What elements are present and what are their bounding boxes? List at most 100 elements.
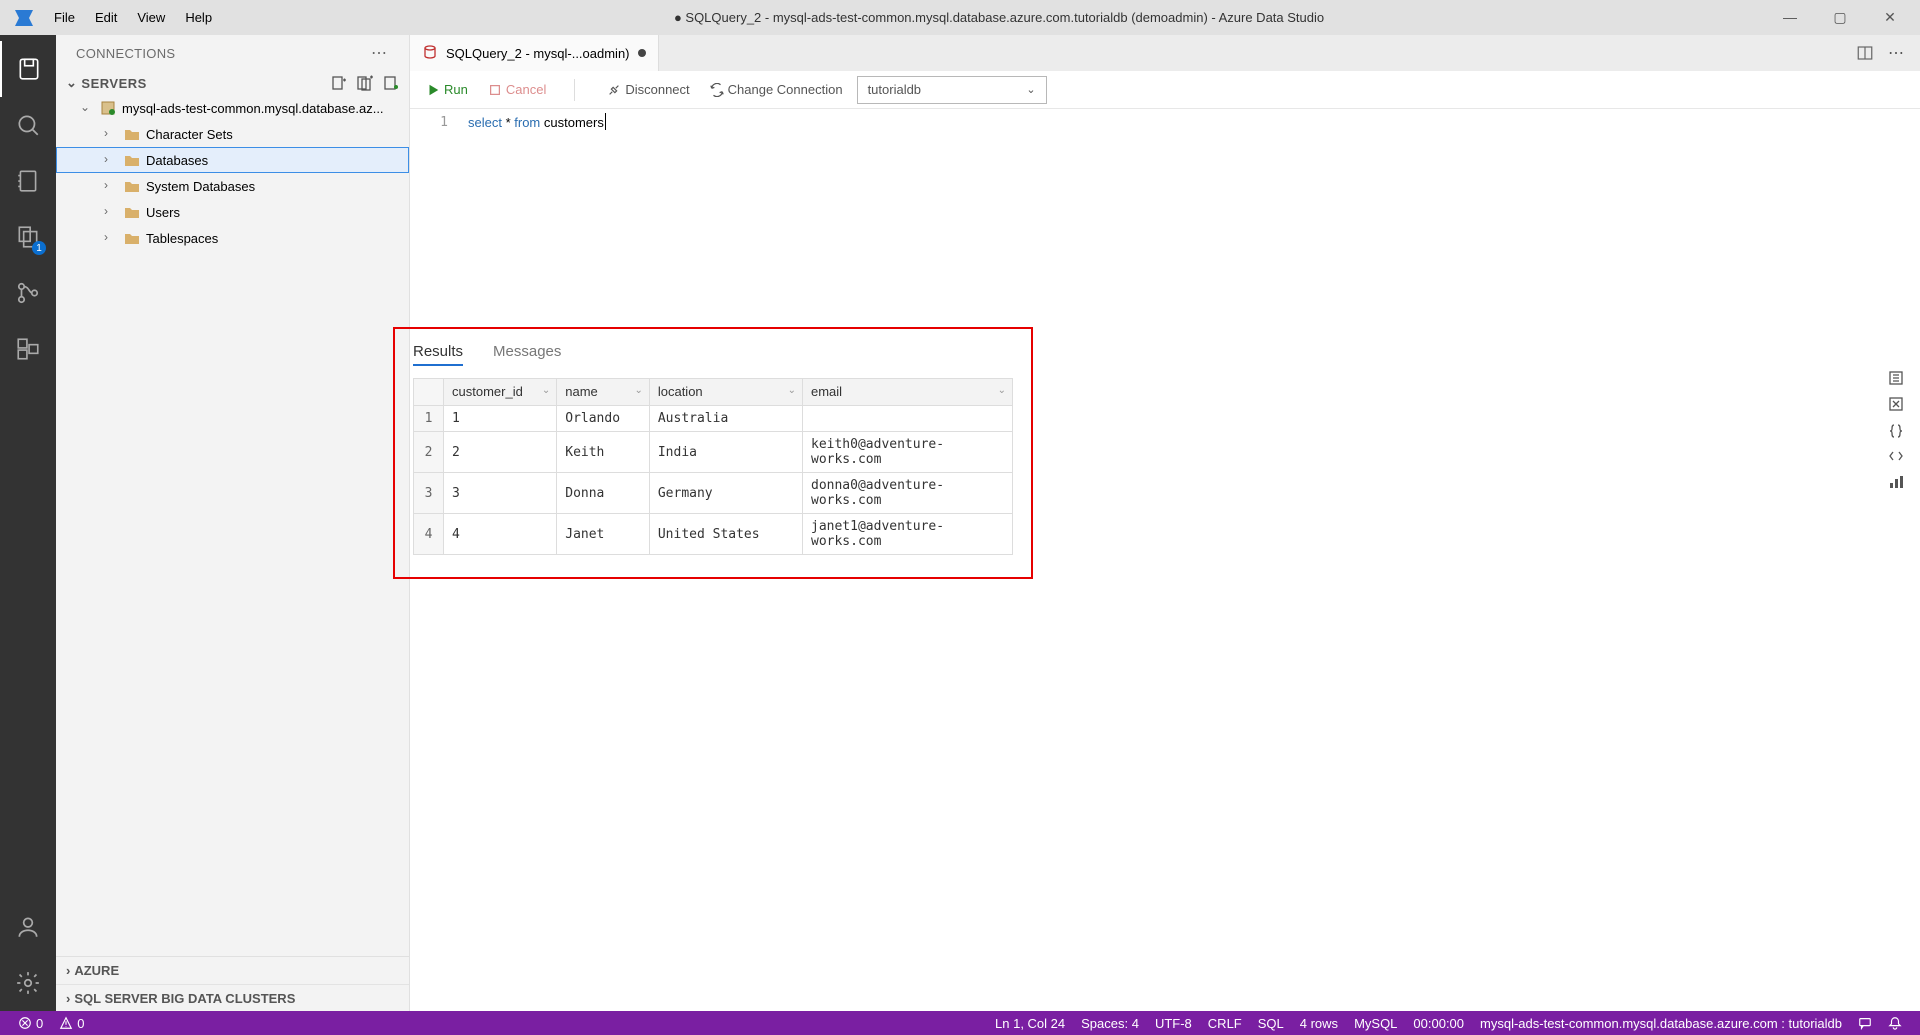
cell[interactable]: Germany (649, 473, 802, 514)
status-engine[interactable]: MySQL (1346, 1016, 1405, 1031)
cell[interactable] (803, 406, 1013, 432)
cell[interactable]: donna0@adventure-works.com (803, 473, 1013, 514)
editor-more-icon[interactable]: ⋯ (1888, 43, 1906, 63)
server-node[interactable]: ⌄ mysql-ads-test-common.mysql.database.a… (56, 95, 409, 121)
sort-icon[interactable]: ⌄ (788, 385, 796, 396)
cell[interactable]: India (649, 432, 802, 473)
run-button[interactable]: Run (420, 78, 474, 101)
menu-bar: File Edit View Help (44, 2, 222, 33)
menu-view[interactable]: View (127, 2, 175, 33)
activity-source-control-icon[interactable] (0, 265, 56, 321)
tree-databases[interactable]: › Databases (56, 147, 409, 173)
minimize-button[interactable]: — (1776, 9, 1804, 26)
status-bell-icon[interactable] (1880, 1016, 1910, 1031)
chevron-right-icon: › (104, 152, 118, 166)
chevron-down-icon: ⌄ (80, 100, 94, 114)
tree-users[interactable]: › Users (56, 199, 409, 225)
chevron-down-icon[interactable]: ⌄ (66, 75, 77, 91)
status-connection[interactable]: mysql-ads-test-common.mysql.database.azu… (1472, 1016, 1850, 1031)
sort-icon[interactable]: ⌄ (998, 385, 1006, 396)
cancel-button[interactable]: Cancel (482, 78, 552, 101)
cell[interactable]: janet1@adventure-works.com (803, 514, 1013, 555)
status-warnings[interactable]: 0 (51, 1016, 92, 1031)
code-line[interactable]: select * from customers (468, 113, 606, 131)
cell: 2 (414, 432, 444, 473)
split-editor-icon[interactable] (1856, 44, 1874, 62)
sort-icon[interactable]: ⌄ (634, 385, 642, 396)
col-customer-id[interactable]: customer_id⌄ (444, 379, 557, 406)
col-rownum[interactable] (414, 379, 444, 406)
status-feedback-icon[interactable] (1850, 1016, 1880, 1031)
results-grid[interactable]: customer_id⌄ name⌄ location⌄ email⌄ 1 1 … (413, 378, 1013, 555)
table-row[interactable]: 1 1 Orlando Australia (414, 406, 1013, 432)
sort-icon[interactable]: ⌄ (542, 385, 550, 396)
section-servers-label[interactable]: SERVERS (81, 76, 146, 91)
table-row[interactable]: 3 3 Donna Germany donna0@adventure-works… (414, 473, 1013, 514)
tree-tablespaces[interactable]: › Tablespaces (56, 225, 409, 251)
status-lang[interactable]: SQL (1250, 1016, 1292, 1031)
status-spaces[interactable]: Spaces: 4 (1073, 1016, 1147, 1031)
cell[interactable]: Orlando (557, 406, 650, 432)
activity-notebooks-icon[interactable] (0, 153, 56, 209)
status-eol[interactable]: CRLF (1200, 1016, 1250, 1031)
chart-icon[interactable] (1888, 474, 1904, 490)
table-row[interactable]: 4 4 Janet United States janet1@adventure… (414, 514, 1013, 555)
cell[interactable]: Australia (649, 406, 802, 432)
activity-account-icon[interactable] (0, 899, 56, 955)
cell[interactable]: 4 (444, 514, 557, 555)
change-connection-label: Change Connection (728, 82, 843, 97)
cell[interactable]: keith0@adventure-works.com (803, 432, 1013, 473)
status-rows[interactable]: 4 rows (1292, 1016, 1346, 1031)
activity-extensions-icon[interactable] (0, 321, 56, 377)
results-tab[interactable]: Results (413, 343, 463, 366)
menu-file[interactable]: File (44, 2, 85, 33)
activity-connections-icon[interactable] (0, 41, 56, 97)
cell[interactable]: Donna (557, 473, 650, 514)
table-row[interactable]: 2 2 Keith India keith0@adventure-works.c… (414, 432, 1013, 473)
deploy-icon[interactable] (383, 75, 399, 91)
menu-edit[interactable]: Edit (85, 2, 127, 33)
save-csv-icon[interactable] (1888, 370, 1904, 386)
cell[interactable]: 2 (444, 432, 557, 473)
save-xml-icon[interactable] (1888, 448, 1904, 464)
section-azure[interactable]: › AZURE (56, 957, 409, 984)
disconnect-button[interactable]: Disconnect (601, 78, 695, 101)
activity-explorer-icon[interactable] (0, 209, 56, 265)
sidebar-more-icon[interactable]: ⋯ (371, 43, 389, 63)
status-bar: 0 0 Ln 1, Col 24 Spaces: 4 UTF-8 CRLF SQ… (0, 1011, 1920, 1035)
status-time[interactable]: 00:00:00 (1405, 1016, 1472, 1031)
chevron-right-icon: › (66, 991, 70, 1006)
maximize-button[interactable]: ▢ (1826, 9, 1854, 26)
save-excel-icon[interactable] (1888, 396, 1904, 412)
save-json-icon[interactable] (1888, 422, 1904, 438)
database-select[interactable]: tutorialdb ⌄ (857, 76, 1047, 104)
tree-character-sets[interactable]: › Character Sets (56, 121, 409, 147)
col-email[interactable]: email⌄ (803, 379, 1013, 406)
activity-settings-icon[interactable] (0, 955, 56, 1011)
cell[interactable]: 3 (444, 473, 557, 514)
status-errors[interactable]: 0 (10, 1016, 51, 1031)
new-group-icon[interactable] (357, 75, 373, 91)
col-name[interactable]: name⌄ (557, 379, 650, 406)
menu-help[interactable]: Help (175, 2, 222, 33)
col-location[interactable]: location⌄ (649, 379, 802, 406)
status-encoding[interactable]: UTF-8 (1147, 1016, 1200, 1031)
new-connection-icon[interactable] (331, 75, 347, 91)
cell[interactable]: United States (649, 514, 802, 555)
title-bar: File Edit View Help ● SQLQuery_2 - mysql… (0, 0, 1920, 35)
cell[interactable]: 1 (444, 406, 557, 432)
status-cursor[interactable]: Ln 1, Col 24 (987, 1016, 1073, 1031)
window-title: ● SQLQuery_2 - mysql-ads-test-common.mys… (222, 10, 1776, 25)
section-bigdata[interactable]: › SQL SERVER BIG DATA CLUSTERS (56, 984, 409, 1011)
messages-tab[interactable]: Messages (493, 343, 561, 366)
cell[interactable]: Janet (557, 514, 650, 555)
tree-system-databases[interactable]: › System Databases (56, 173, 409, 199)
cell: 4 (414, 514, 444, 555)
cell[interactable]: Keith (557, 432, 650, 473)
change-connection-button[interactable]: Change Connection (704, 78, 849, 101)
activity-search-icon[interactable] (0, 97, 56, 153)
code-editor[interactable]: 1 select * from customers (410, 109, 1920, 137)
tree-label: Tablespaces (146, 231, 218, 246)
editor-tab[interactable]: SQLQuery_2 - mysql-...oadmin) (410, 35, 659, 71)
close-button[interactable]: ✕ (1876, 9, 1904, 26)
